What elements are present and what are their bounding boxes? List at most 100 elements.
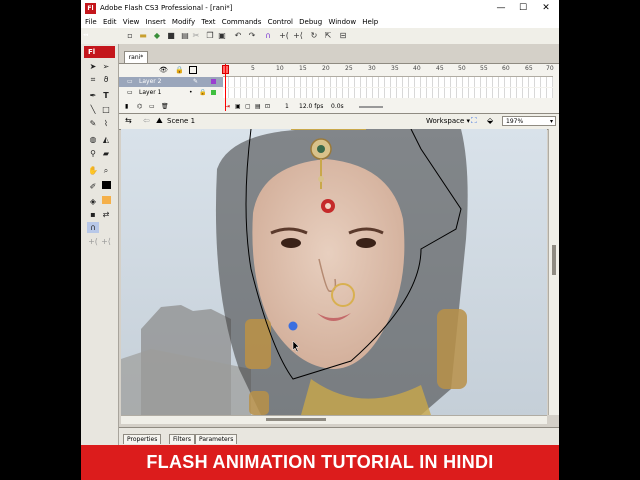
redo-icon[interactable]: ↷ — [247, 31, 257, 41]
timeline-toggle-icon[interactable]: ⇆ — [125, 116, 132, 125]
menu-help[interactable]: Help — [362, 17, 378, 28]
pencil-tool-icon[interactable]: ✎ — [87, 118, 99, 129]
modify-markers-icon[interactable]: ⊡ — [265, 102, 270, 112]
align-icon[interactable]: ⊟ — [338, 31, 348, 41]
paste-icon[interactable]: ▣ — [217, 31, 227, 41]
straighten-icon[interactable]: +⟨ — [293, 31, 303, 41]
menu-control[interactable]: Control — [268, 17, 293, 28]
layer-name[interactable]: Layer 1 — [139, 88, 161, 98]
menu-commands[interactable]: Commands — [222, 17, 262, 28]
eyedropper-tool-icon[interactable]: ⚲ — [87, 148, 99, 159]
menu-debug[interactable]: Debug — [299, 17, 322, 28]
stroke-color-swatch[interactable] — [100, 181, 112, 192]
visibility-dot-icon[interactable]: • — [189, 88, 193, 98]
tab-parameters[interactable]: Parameters — [195, 434, 238, 444]
eraser-tool-icon[interactable]: ▰ — [100, 148, 112, 159]
layer-2-frames[interactable] — [223, 77, 553, 87]
zoom-dropdown[interactable]: 197% ▾ — [502, 116, 556, 126]
layer-color-swatch[interactable] — [211, 90, 216, 95]
center-frame-icon[interactable]: ⇥ — [225, 102, 230, 112]
copy-icon[interactable]: ❐ — [205, 31, 215, 41]
delete-layer-icon[interactable]: 🗑 — [161, 102, 169, 112]
rotate-icon[interactable]: ↻ — [309, 31, 319, 41]
layer-1-frames[interactable] — [223, 88, 553, 98]
edit-scene-icon[interactable]: ⛶ — [471, 116, 477, 126]
stroke-color-icon[interactable]: ✐ — [87, 181, 99, 192]
smooth-option-icon[interactable]: +( — [87, 236, 99, 247]
pencil-edit-icon: ✎ — [193, 78, 199, 85]
zoom-tool-icon[interactable]: ⌕ — [100, 165, 112, 176]
layer-name[interactable]: Layer 2 — [139, 77, 161, 87]
text-tool-icon[interactable]: T — [100, 90, 112, 101]
scene-label[interactable]: Scene 1 — [167, 117, 195, 125]
outline-icon[interactable] — [189, 66, 197, 74]
black-white-icon[interactable]: ▪ — [87, 209, 99, 220]
menu-insert[interactable]: Insert — [146, 17, 166, 28]
layer-row-layer-2[interactable]: ▭ Layer 2 ✎ — [119, 77, 223, 87]
brush-tool-icon[interactable]: ⌇ — [100, 118, 112, 129]
pen-tool-icon[interactable]: ✒ — [87, 90, 99, 101]
close-button[interactable]: ✕ — [536, 2, 556, 15]
line-tool-icon[interactable]: ╲ — [87, 104, 99, 115]
lasso-tool-icon[interactable]: ϑ — [100, 74, 112, 85]
menu-view[interactable]: View — [123, 17, 140, 28]
stage-canvas[interactable] — [121, 129, 547, 415]
lock-icon[interactable]: 🔒 — [175, 66, 184, 74]
fill-color-icon[interactable]: ◈ — [87, 196, 99, 207]
vertical-scroll-thumb[interactable] — [552, 245, 556, 275]
free-transform-tool-icon[interactable]: ⌗ — [87, 74, 99, 85]
menu-file[interactable]: File — [85, 17, 97, 28]
menu-edit[interactable]: Edit — [103, 17, 117, 28]
bridge-icon[interactable]: ◆ — [152, 31, 162, 41]
snap-to-objects-icon[interactable]: ∩ — [87, 222, 99, 233]
back-arrow-icon[interactable]: ⇦ — [143, 116, 150, 125]
timeline-ruler[interactable]: 5 10 15 20 25 30 35 40 45 50 55 60 65 70 — [223, 64, 554, 77]
menu-window[interactable]: Window — [328, 17, 356, 28]
horizontal-scroll-thumb[interactable] — [266, 418, 326, 421]
workspace-dropdown[interactable]: Workspace ▾ — [426, 117, 470, 125]
straighten-option-icon[interactable]: +⟨ — [100, 236, 112, 247]
vertex-point[interactable] — [288, 321, 298, 331]
onion-outline-icon[interactable]: ▢ — [245, 102, 251, 112]
snap-magnet-icon[interactable]: ∩ — [263, 31, 273, 41]
tab-properties[interactable]: Properties — [123, 434, 162, 444]
paint-bucket-tool-icon[interactable]: ◭ — [100, 134, 112, 145]
hand-tool-icon[interactable]: ✋ — [87, 165, 99, 176]
add-guide-icon[interactable]: ⌬ — [137, 102, 142, 112]
horizontal-scrollbar[interactable] — [121, 415, 547, 424]
save-icon[interactable]: ■ — [166, 31, 176, 41]
edit-multiple-icon[interactable]: ▤ — [255, 102, 261, 112]
layer-icon: ▭ — [127, 78, 133, 85]
maximize-button[interactable]: ☐ — [513, 2, 533, 15]
tools-collapse-button[interactable]: ◂◂ — [83, 32, 88, 38]
ink-bottle-tool-icon[interactable]: ◍ — [87, 134, 99, 145]
swap-colors-icon[interactable]: ⇄ — [100, 209, 112, 220]
eye-icon[interactable]: 👁 — [159, 66, 168, 74]
vertical-scrollbar[interactable] — [548, 129, 559, 415]
selection-tool-icon[interactable]: ➤ — [87, 61, 99, 72]
insert-folder-icon[interactable]: ▭ — [149, 102, 155, 112]
smooth-icon[interactable]: +( — [279, 31, 289, 41]
fill-color-swatch[interactable] — [100, 196, 112, 207]
new-file-icon[interactable]: ▫ — [125, 31, 135, 41]
menu-modify[interactable]: Modify — [172, 17, 195, 28]
frame-rate[interactable]: 12.0 fps — [299, 102, 323, 112]
cut-icon[interactable]: ✂ — [191, 31, 201, 41]
edit-symbols-icon[interactable]: ⬙ — [487, 116, 493, 125]
layer-row-layer-1[interactable]: ▭ Layer 1 • 🔒 — [119, 88, 223, 98]
insert-layer-icon[interactable]: ▮ — [125, 102, 128, 112]
document-tab[interactable]: rani* — [124, 51, 148, 63]
menu-text[interactable]: Text — [201, 17, 215, 28]
onion-skin-icon[interactable]: ▣ — [235, 102, 241, 112]
scale-icon[interactable]: ⇱ — [323, 31, 333, 41]
timeline-scrollbar[interactable] — [359, 106, 383, 108]
undo-icon[interactable]: ↶ — [233, 31, 243, 41]
tab-filters[interactable]: Filters — [169, 434, 195, 444]
open-folder-icon[interactable]: ▬ — [138, 31, 148, 41]
subselection-tool-icon[interactable]: ➢ — [100, 61, 112, 72]
layer-lock-icon[interactable]: 🔒 — [199, 88, 206, 98]
print-icon[interactable]: ▤ — [180, 31, 190, 41]
rectangle-tool-icon[interactable]: □ — [100, 104, 112, 115]
minimize-button[interactable]: — — [491, 2, 511, 15]
layer-color-swatch[interactable] — [211, 79, 216, 84]
